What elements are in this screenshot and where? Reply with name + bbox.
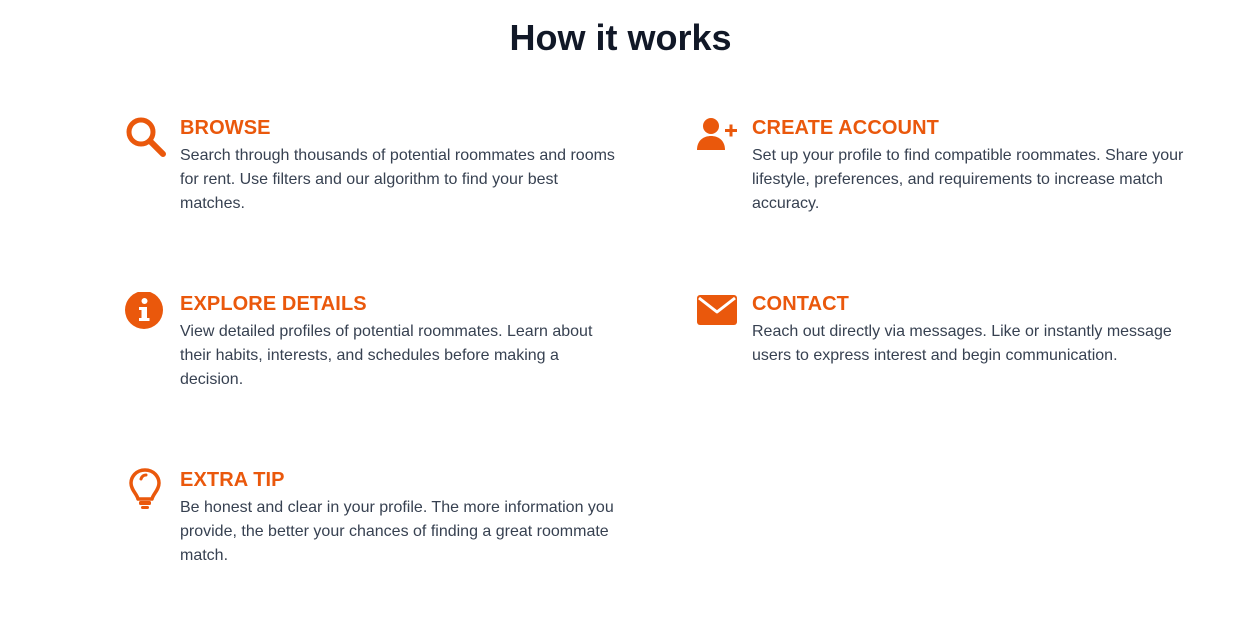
info-icon (124, 291, 168, 336)
step-heading: EXPLORE DETAILS (180, 293, 367, 315)
lightbulb-icon (124, 468, 168, 512)
step-heading: CREATE ACCOUNT (752, 117, 939, 139)
step-heading: CONTACT (752, 293, 849, 315)
step-description: Be honest and clear in your profile. The… (180, 499, 614, 564)
step-heading: EXTRA TIP (180, 469, 285, 491)
step-heading: BROWSE (180, 117, 271, 139)
how-it-works-section: How it works BROWSE Search through thous… (0, 0, 1241, 630)
user-plus-icon (696, 116, 740, 160)
envelope-icon (696, 292, 740, 336)
section-title: How it works (509, 17, 732, 58)
step-description: View detailed profiles of potential room… (180, 323, 593, 388)
search-icon (124, 116, 168, 160)
step-description: Search through thousands of potential ro… (180, 147, 615, 212)
step-description: Reach out directly via messages. Like or… (752, 323, 1172, 364)
step-description: Set up your profile to find compatible r… (752, 147, 1184, 212)
